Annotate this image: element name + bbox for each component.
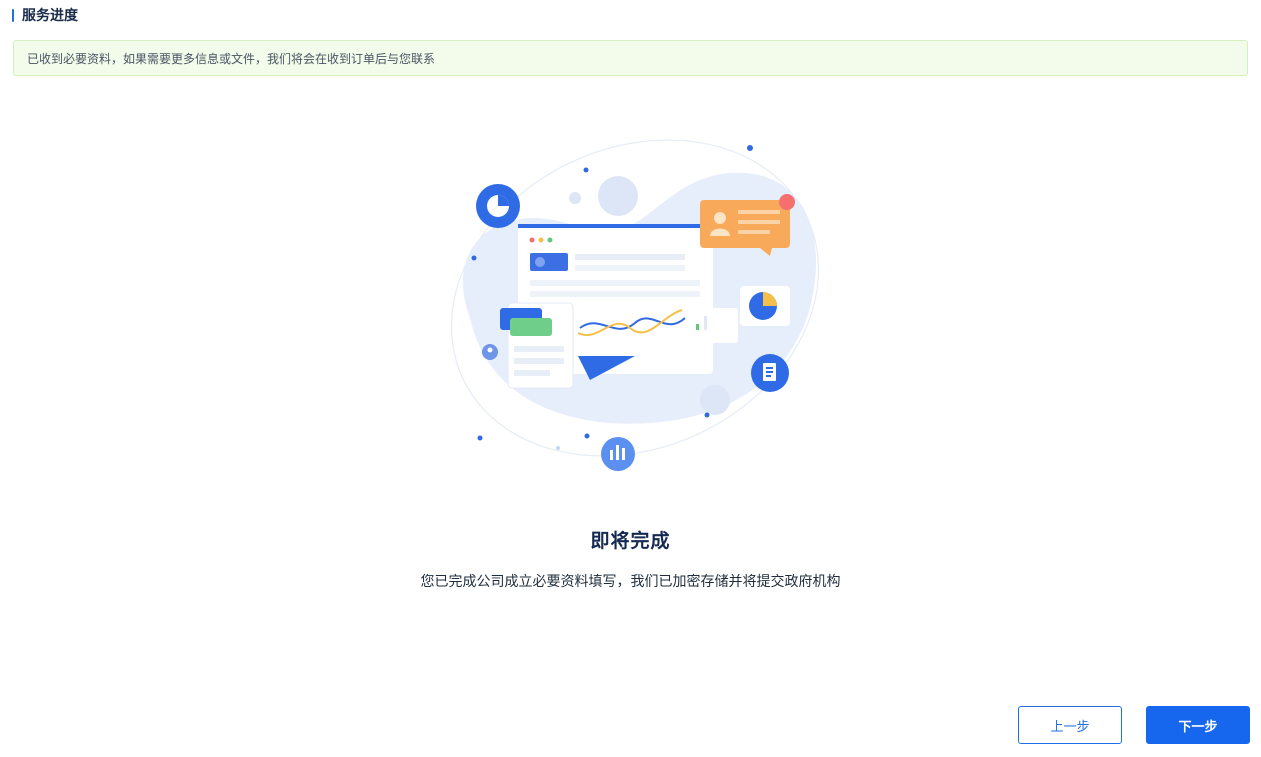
status-title: 即将完成 (590, 530, 671, 552)
document-badge-icon-line (766, 371, 773, 373)
chart-card-bar (704, 316, 707, 330)
decor-dot (584, 433, 590, 439)
bar-chart-badge-bar (610, 450, 613, 460)
completion-illustration (450, 139, 820, 471)
status-description: 您已完成公司成立必要资料填写，我们已加密存储并将提交政府机构 (420, 574, 841, 590)
next-step-button[interactable]: 下一步 (1146, 706, 1250, 744)
profile-line (738, 210, 780, 214)
decor-circle (700, 385, 730, 415)
profile-line (738, 230, 770, 234)
decor-dot (747, 145, 753, 151)
section-header-accent-bar (12, 8, 14, 22)
profile-avatar-head (714, 212, 726, 224)
info-notice-text: 已收到必要资料，如果需要更多信息或文件，我们将会在收到订单后与您联系 (27, 51, 436, 66)
monitor-row (575, 265, 685, 271)
monitor-header-avatar (535, 257, 545, 267)
window-dot-yellow (538, 237, 544, 243)
chart-card-bar (696, 324, 699, 330)
monitor-row (530, 280, 700, 286)
notification-dot (779, 194, 795, 210)
document-line (514, 370, 550, 376)
section-header-title: 服务进度 (22, 8, 78, 24)
user-badge-head (487, 347, 493, 353)
decor-dot (556, 446, 560, 450)
section-header: 服务进度 (12, 6, 78, 24)
window-dot-red (529, 237, 535, 243)
monitor-top-bar (518, 224, 713, 228)
document-line (514, 358, 564, 364)
bar-chart-badge-bar (622, 448, 625, 460)
decor-dot (477, 435, 483, 441)
monitor-row (575, 254, 685, 260)
document-line (514, 346, 564, 352)
prev-step-button[interactable]: 上一步 (1018, 706, 1122, 744)
profile-line (738, 220, 780, 224)
bar-chart-badge-bar (616, 445, 619, 460)
decor-dot (583, 167, 589, 173)
chart-card (688, 308, 738, 343)
document-badge-icon-line (766, 375, 771, 377)
document-badge-icon-line (766, 367, 773, 369)
document-tag-green (510, 318, 552, 336)
info-notice: 已收到必要资料，如果需要更多信息或文件，我们将会在收到订单后与您联系 (13, 40, 1248, 76)
decor-circle (598, 176, 638, 216)
window-dot-green (547, 237, 553, 243)
decor-circle (569, 192, 581, 204)
decor-dot (704, 412, 710, 418)
decor-dot (471, 255, 477, 261)
monitor-row (530, 291, 700, 297)
